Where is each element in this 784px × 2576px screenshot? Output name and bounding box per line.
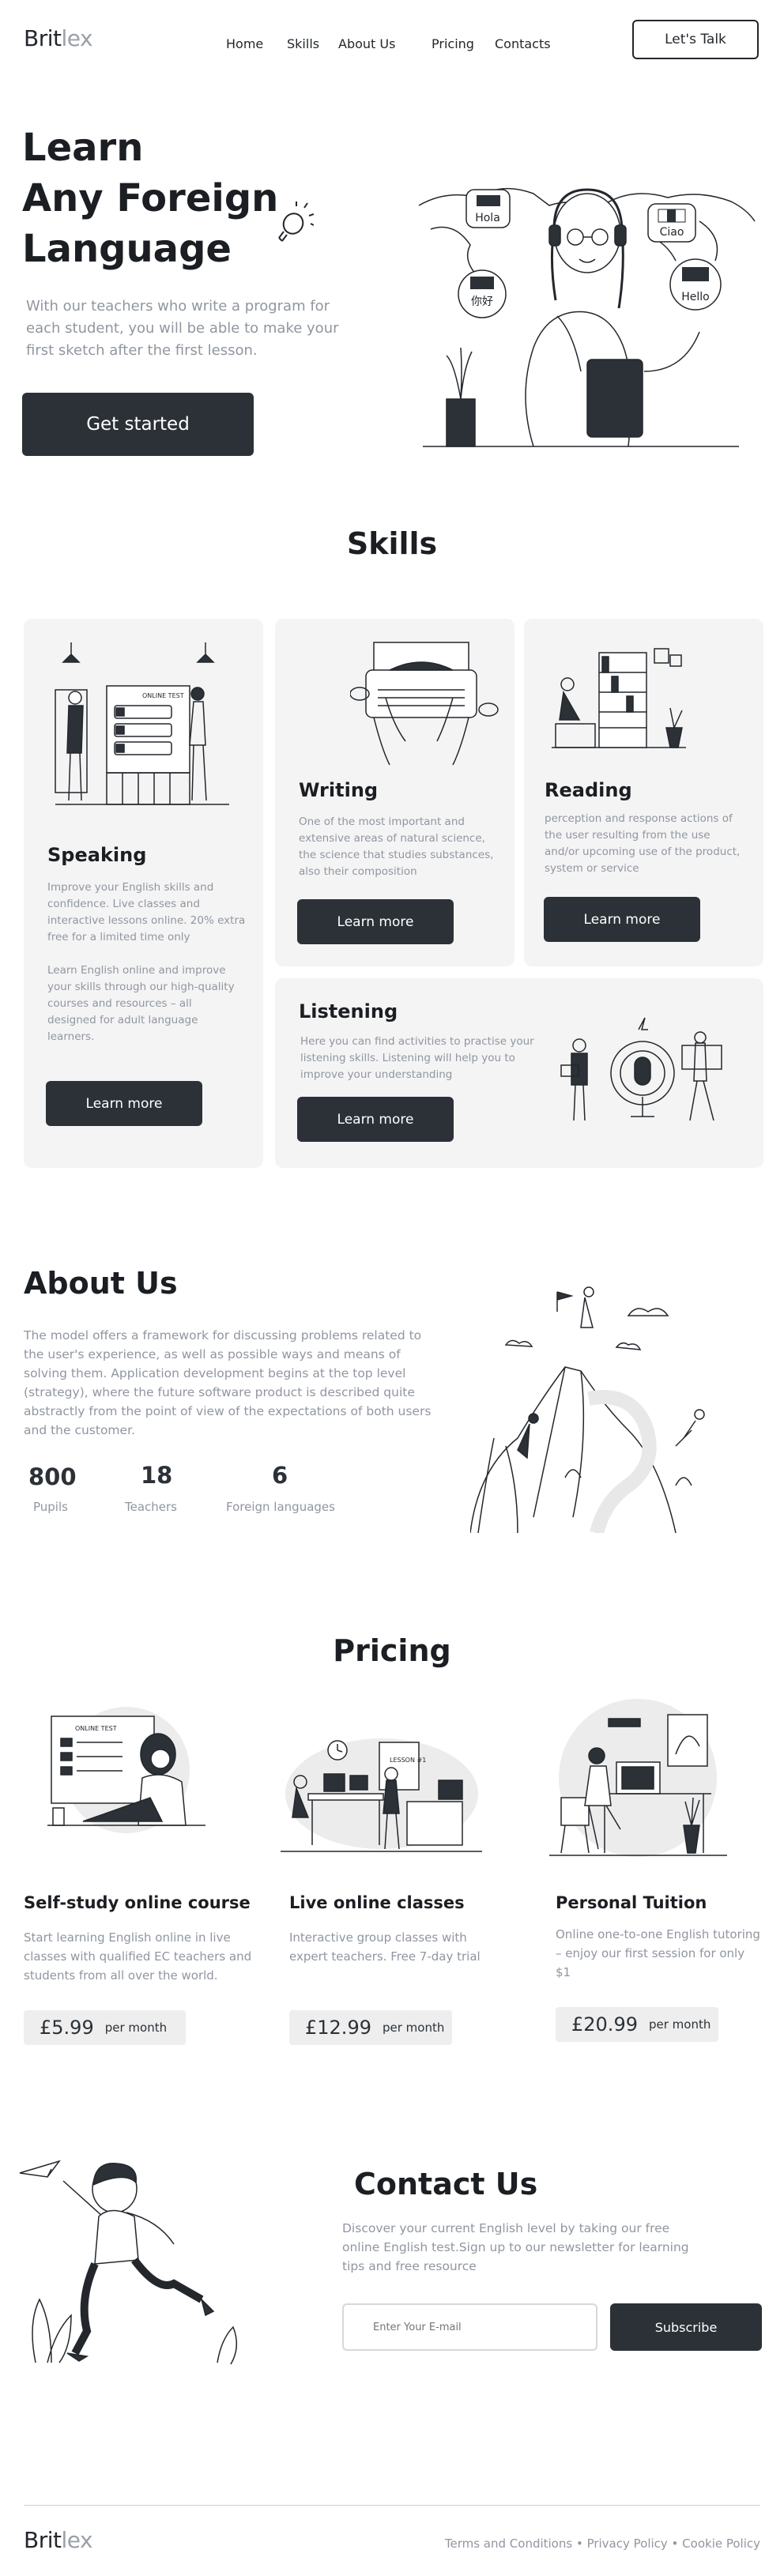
logo-part: Brit [24,2527,62,2553]
speaking-text-2: Learn English online and improve your sk… [47,964,235,1043]
stat-teachers: 18 Teachers [125,1462,204,1514]
price-value: £20.99 [571,2013,638,2036]
skills-heading: Skills [346,526,438,561]
speaking-text-1: Improve your English skills and confiden… [47,881,246,943]
speaking-title: Speaking [47,844,147,866]
reading-text: perception and response actions of the u… [545,812,741,875]
listening-illustration [560,1017,722,1121]
speaking-card: ONLINE TEST Speaking Improve your Englis… [24,619,263,1168]
personal-tuition-illustration [549,1699,727,1857]
language-bubble-chinese: 你好 [458,269,507,318]
writing-text: One of the most important and extensive … [299,815,494,878]
speaking-learn-more-button[interactable]: Learn more [46,1081,202,1126]
live-classes-illustration: LESSON #1 [281,1738,482,1852]
footer-links[interactable]: Terms and Conditions • Privacy Policy • … [445,2536,760,2551]
footer-logo[interactable]: Britlex [24,2527,93,2553]
logo-part: lex [61,25,93,51]
stat-value: 18 [141,1462,173,1489]
language-bubble-hello: Hello [669,258,722,311]
contact-heading: Contact Us [354,2167,538,2201]
get-started-button[interactable]: Get started [22,393,254,456]
board-label: LESSON #1 [390,1757,426,1764]
contact-text: Discover your current English level by t… [342,2221,689,2273]
plan-live-classes-title: Live online classes [289,1893,465,1912]
lets-talk-button[interactable]: Let's Talk [632,20,759,59]
stat-label: Teachers [125,1500,177,1514]
stat-languages: 6 Foreign languages [226,1462,360,1514]
logo-part: Brit [24,25,62,51]
stat-pupils: 800 Pupils [28,1463,100,1514]
email-input[interactable] [342,2303,597,2351]
reading-card: Reading perception and response actions … [524,619,763,966]
plan-live-classes-text: Interactive group classes with expert te… [289,1930,481,1964]
plan-live-classes-price: £12.99 per month [289,2010,452,2045]
logo[interactable]: Britlex [24,25,93,51]
reading-illustration [552,648,686,748]
logo-part: lex [61,2527,93,2553]
lightbulb-icon [278,201,314,242]
self-study-illustration: ONLINE TEST [47,1707,205,1833]
writing-title: Writing [299,779,379,801]
nav-home[interactable]: Home [226,36,263,51]
plan-personal-tuition-title: Personal Tuition [556,1893,707,1912]
plan-personal-tuition-text: Online one-to-one English tutoring – enj… [556,1927,760,1979]
plan-self-study-title: Self-study online course [24,1893,251,1912]
speaking-illustration: ONLINE TEST [55,642,229,805]
reading-title: Reading [545,779,632,801]
price-value: £12.99 [305,2017,371,2039]
plan-self-study-text: Start learning English online in live cl… [24,1930,252,1983]
hero-illustration: Hola Ciao 你好 Hello [418,187,756,447]
stat-label: Foreign languages [226,1500,335,1514]
plan-personal-tuition-price: £20.99 per month [556,2007,718,2042]
stat-value: 800 [28,1463,77,1490]
about-illustration [470,1286,705,1533]
hero-title-line: Any Foreign [22,176,279,220]
language-bubble-ciao: Ciao [647,203,696,243]
writing-card: Writing One of the most important and ex… [275,619,514,966]
subscribe-button[interactable]: Subscribe [610,2303,762,2351]
nav-about[interactable]: About Us [338,36,395,51]
nav-contacts[interactable]: Contacts [495,36,551,51]
footer-divider [24,2505,760,2506]
pricing-heading: Pricing [333,1633,451,1668]
nav-skills[interactable]: Skills [287,36,319,51]
reading-learn-more-button[interactable]: Learn more [544,897,700,942]
listening-title: Listening [299,1000,398,1022]
about-text: The model offers a framework for discuss… [24,1328,432,1437]
price-unit: per month [104,2021,168,2035]
bubble-text: 你好 [471,296,493,308]
writing-illustration [350,642,499,766]
bubble-text: Ciao [660,226,684,239]
hero-title-line: Language [22,227,232,271]
plan-self-study-price: £5.99 per month [24,2010,186,2045]
listening-learn-more-button[interactable]: Learn more [297,1097,454,1142]
about-heading: About Us [24,1266,178,1301]
board-label: ONLINE TEST [75,1725,117,1732]
stat-value: 6 [272,1462,288,1489]
listening-card: Listening Here you can find activities t… [275,978,763,1168]
writing-learn-more-button[interactable]: Learn more [297,899,454,944]
bubble-text: Hello [681,291,710,303]
bubble-text: Hola [475,212,500,224]
price-value: £5.99 [40,2017,94,2039]
price-unit: per month [648,2017,711,2032]
hero-title-line: Learn [22,126,144,170]
nav-pricing[interactable]: Pricing [432,36,474,51]
price-unit: per month [382,2021,445,2035]
stat-label: Pupils [33,1500,68,1514]
hero-description: With our teachers who write a program fo… [26,298,339,359]
listening-text: Here you can find activities to practise… [300,1035,534,1081]
board-label: ONLINE TEST [142,692,184,699]
language-bubble-hola: Hola [466,189,511,228]
hero-title: Learn Any Foreign Language [22,122,278,274]
contact-illustration [19,2160,238,2365]
